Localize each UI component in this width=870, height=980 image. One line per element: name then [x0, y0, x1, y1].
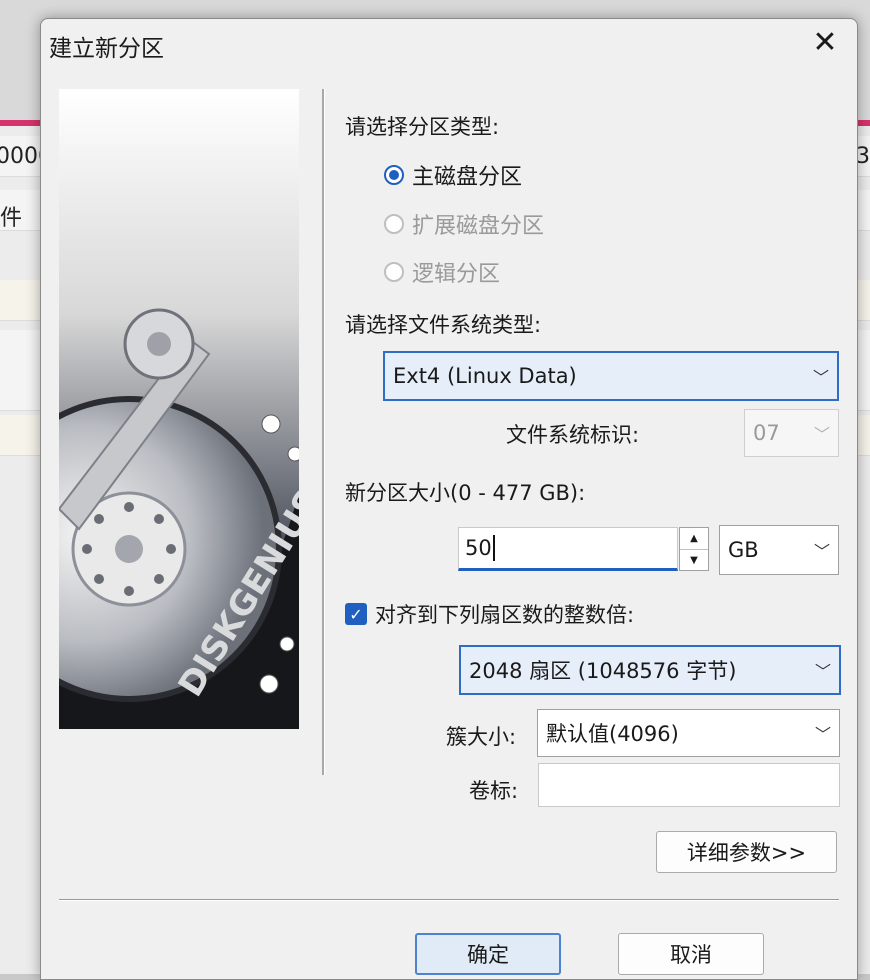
advanced-params-button[interactable]: 详细参数>> [656, 831, 837, 873]
chevron-down-icon: ﹀ [812, 368, 829, 387]
fs-id-value: 07 [753, 421, 780, 445]
align-value: 2048 扇区 (1048576 字节) [469, 659, 737, 683]
fs-id-select[interactable]: 07 ﹀ [744, 409, 839, 457]
fs-type-select[interactable]: Ext4 (Linux Data) ﹀ [383, 351, 839, 401]
align-checkbox-label: 对齐到下列扇区数的整数倍: [375, 603, 635, 627]
size-label: 新分区大小(0 - 477 GB): [345, 481, 586, 505]
size-value: 50 [465, 536, 492, 560]
radio-unselected-icon [384, 214, 404, 234]
fs-type-value: Ext4 (Linux Data) [393, 364, 577, 388]
fs-id-label: 文件系统标识: [506, 423, 640, 447]
align-checkbox[interactable]: ✓ 对齐到下列扇区数的整数倍: [345, 599, 634, 629]
fs-type-label: 请选择文件系统类型: [345, 313, 542, 337]
close-icon[interactable]: ✕ [807, 25, 843, 61]
radio-unselected-icon [384, 262, 404, 282]
radio-label: 扩展磁盘分区 [412, 214, 545, 239]
background-cell: 3 [856, 144, 870, 169]
chevron-down-icon: ﹀ [814, 725, 831, 744]
align-select[interactable]: 2048 扇区 (1048576 字节) ﹀ [459, 645, 841, 695]
chevron-down-icon: ﹀ [813, 425, 830, 444]
checkmark-icon: ✓ [345, 603, 367, 625]
dialog-title: 建立新分区 [49, 36, 164, 62]
cluster-size-label: 簇大小: [446, 725, 517, 749]
radio-extended-partition[interactable]: 扩展磁盘分区 [384, 208, 544, 240]
size-unit-value: GB [728, 538, 759, 562]
radio-label: 主磁盘分区 [412, 165, 523, 190]
chevron-down-icon: ﹀ [814, 662, 831, 681]
vertical-divider [322, 89, 325, 775]
horizontal-divider [59, 899, 839, 901]
radio-label: 逻辑分区 [412, 262, 501, 287]
size-input[interactable]: 50 [458, 527, 678, 571]
volume-label-input[interactable] [538, 763, 840, 807]
cluster-size-select[interactable]: 默认值(4096) ﹀ [537, 709, 840, 757]
size-spinner[interactable]: ▲ ▼ [679, 527, 709, 571]
volume-label-label: 卷标: [469, 779, 519, 803]
spin-up-icon[interactable]: ▲ [680, 528, 708, 550]
spin-down-icon[interactable]: ▼ [680, 550, 708, 571]
ok-button[interactable]: 确定 [415, 933, 561, 975]
new-partition-dialog: 建立新分区 ✕ DISKGENIUS 请选择分区类型: 主磁盘分区 扩展磁盘分区… [40, 18, 858, 980]
radio-logical-partition[interactable]: 逻辑分区 [384, 256, 500, 288]
hard-disk-illustration: DISKGENIUS [59, 89, 299, 729]
background-cell: 件 [0, 206, 23, 231]
cluster-size-value: 默认值(4096) [546, 722, 679, 746]
size-unit-select[interactable]: GB ﹀ [719, 525, 839, 575]
cancel-button[interactable]: 取消 [618, 933, 764, 975]
radio-primary-partition[interactable]: 主磁盘分区 [384, 159, 522, 191]
radio-selected-icon [384, 165, 404, 185]
chevron-down-icon: ﹀ [813, 542, 830, 561]
partition-type-label: 请选择分区类型: [345, 115, 500, 139]
